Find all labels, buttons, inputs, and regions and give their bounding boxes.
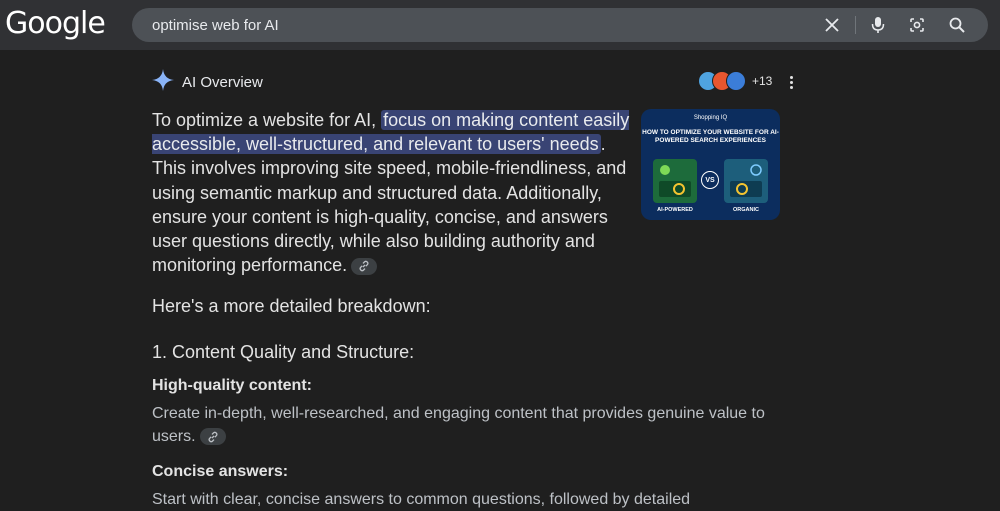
source-favicon[interactable]	[726, 71, 746, 91]
item-text: Create in-depth, well-researched, and en…	[152, 402, 792, 448]
ai-overview-header: AI Overview	[152, 68, 263, 96]
microphone-icon[interactable]	[868, 15, 888, 35]
item-text: Start with clear, concise answers to com…	[152, 491, 691, 508]
search-divider	[855, 16, 856, 34]
link-icon[interactable]	[351, 257, 378, 275]
ai-overview-title: AI Overview	[182, 73, 263, 91]
item-heading: Concise answers:	[152, 463, 289, 480]
link-icon[interactable]	[199, 428, 226, 446]
item-heading: High-quality content:	[152, 377, 312, 394]
overview-intro: To optimize a website for AI, focus on m…	[152, 108, 630, 277]
lens-camera-icon[interactable]	[907, 15, 927, 35]
item-body: Create in-depth, well-researched, and en…	[152, 405, 765, 445]
thumbnail-vs: VS	[701, 171, 719, 189]
google-logo[interactable]: Google	[5, 6, 106, 41]
top-bar: Google	[0, 0, 1000, 50]
thumbnail-brand: Shopping IQ	[693, 115, 728, 121]
sparkle-icon	[152, 68, 174, 96]
search-icon[interactable]	[947, 15, 967, 35]
thumbnail-title: HOW TO OPTIMIZE YOUR WEBSITE FOR AI-POWE…	[642, 129, 779, 144]
overview-thumbnail[interactable]: Shopping IQ HOW TO OPTIMIZE YOUR WEBSITE…	[641, 109, 780, 220]
thumbnail-organic-panel	[724, 159, 768, 203]
thumbnail-right-caption: ORGANIC	[733, 207, 759, 213]
intro-text: . This involves improving site speed, mo…	[152, 134, 627, 276]
section-heading: 1. Content Quality and Structure:	[152, 342, 415, 362]
thumbnail-left-caption: AI-POWERED	[657, 207, 693, 213]
source-avatars[interactable]: +13	[698, 71, 772, 91]
search-box[interactable]	[132, 8, 988, 42]
search-input[interactable]	[152, 8, 792, 42]
close-icon[interactable]	[822, 15, 842, 35]
sources-count[interactable]: +13	[752, 74, 772, 88]
thumbnail-ai-panel	[653, 159, 697, 203]
breakdown-intro: Here's a more detailed breakdown:	[152, 296, 431, 316]
more-vert-icon[interactable]	[784, 72, 798, 92]
intro-text: To optimize a website for AI,	[152, 110, 382, 130]
